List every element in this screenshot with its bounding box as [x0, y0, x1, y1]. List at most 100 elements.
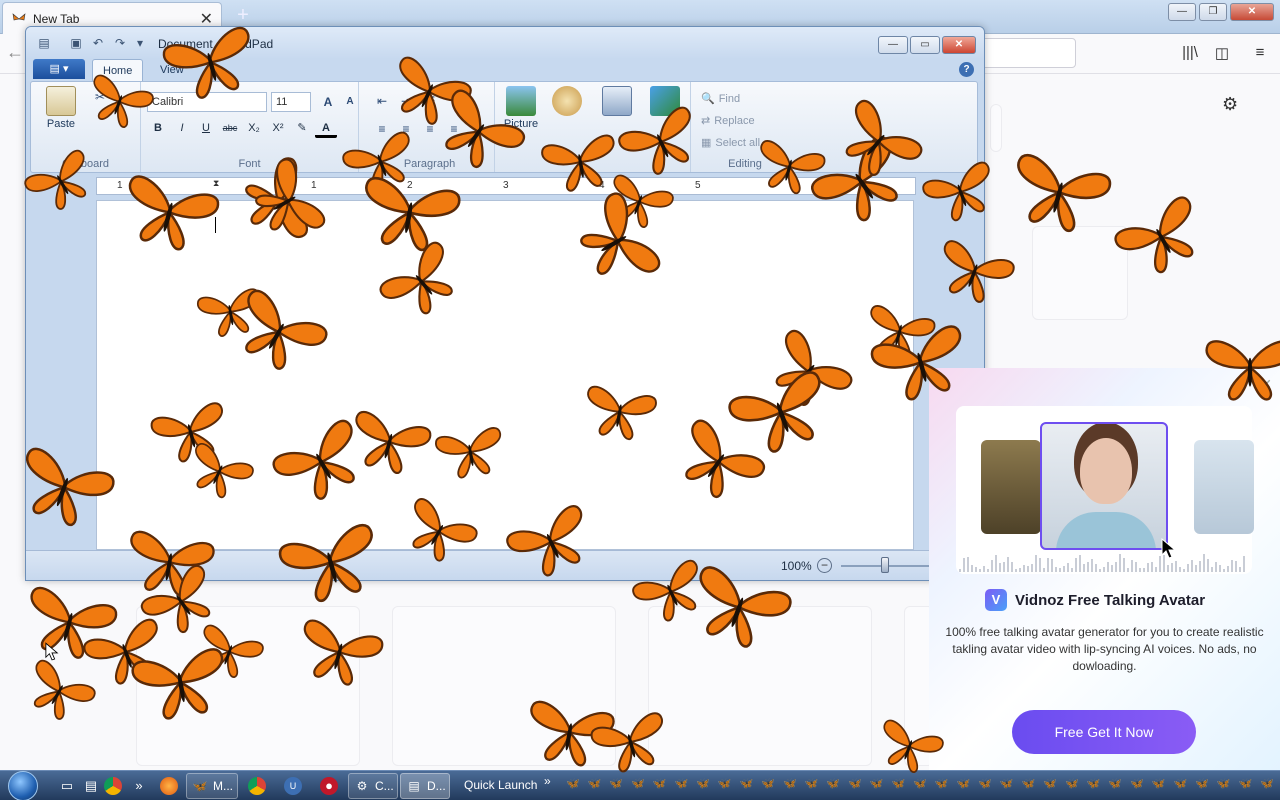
waveform-bar — [1151, 561, 1153, 572]
start-button[interactable] — [8, 771, 44, 800]
tab-home[interactable]: Home — [92, 59, 144, 81]
highlight-card[interactable] — [136, 606, 360, 766]
ad-title: Vidnoz Free Talking Avatar — [1015, 591, 1206, 609]
font-family-select[interactable]: Calibri — [147, 92, 267, 112]
ad-close-icon[interactable]: ✕ — [1260, 376, 1272, 393]
paste-label: Paste — [46, 118, 76, 130]
undo-icon[interactable]: ↶ — [90, 36, 106, 52]
align-center-icon[interactable]: ≡ — [395, 120, 417, 138]
replace-button[interactable]: ⇄ Replace — [701, 114, 755, 128]
grow-font-button[interactable]: A — [317, 93, 339, 111]
waveform-bar — [1067, 563, 1069, 572]
text-color-button[interactable]: A — [315, 118, 337, 138]
waveform-bar — [1071, 568, 1073, 572]
ruler[interactable]: 1 1 2 3 4 5 ⧗ — [96, 177, 916, 195]
justify-icon[interactable]: ≡ — [443, 120, 465, 138]
waveform-bar — [1075, 557, 1077, 572]
highlight-card[interactable] — [392, 606, 616, 766]
save-icon[interactable]: ▣ — [68, 36, 84, 52]
waveform-bar — [1035, 555, 1037, 572]
align-left-icon[interactable]: ≡ — [371, 120, 393, 138]
ruler-number: 1 — [311, 180, 317, 191]
align-right-icon[interactable]: ≡ — [419, 120, 441, 138]
chrome-icon[interactable] — [248, 777, 266, 795]
waveform-bar — [971, 565, 973, 572]
settings-gear-icon[interactable]: ⚙ — [1222, 94, 1238, 115]
superscript-button[interactable]: X² — [267, 118, 289, 138]
close-button[interactable]: ✕ — [942, 36, 976, 54]
zoom-slider-thumb[interactable] — [881, 557, 889, 573]
waveform-bar — [1007, 556, 1009, 572]
record-icon[interactable]: ● — [320, 777, 338, 795]
font-size-select[interactable]: 11 — [271, 92, 311, 112]
firefox-icon[interactable] — [160, 777, 178, 795]
tab-view[interactable]: View — [150, 59, 194, 81]
find-icon: 🔍 — [701, 93, 715, 105]
restore-button[interactable]: ❐ — [1199, 3, 1227, 21]
file-menu-button[interactable]: ▤ ▾ — [33, 59, 85, 79]
show-desktop-icon[interactable]: ▭ — [58, 777, 76, 795]
butterfly-quick-launch-icons[interactable]: 🦋🦋🦋🦋🦋🦋🦋🦋🦋🦋🦋🦋🦋🦋🦋🦋🦋🦋🦋🦋🦋🦋🦋🦋🦋🦋🦋🦋🦋🦋🦋🦋🦋🦋🦋🦋 — [566, 777, 1280, 795]
waveform-bar — [999, 562, 1001, 572]
free-get-it-now-button[interactable]: Free Get It Now — [1012, 710, 1196, 754]
taskbar-item-c[interactable]: ⚙ C... — [348, 773, 398, 799]
utility-icon[interactable]: U — [284, 777, 302, 795]
sidebar-icon[interactable]: ◫ — [1212, 44, 1232, 64]
waveform-bar — [1047, 558, 1049, 572]
date-time-button[interactable] — [595, 86, 639, 118]
help-icon[interactable]: ? — [959, 62, 974, 77]
waveform-bar — [979, 568, 981, 572]
waveform-bar — [1111, 565, 1113, 572]
maximize-button[interactable]: ▭ — [910, 36, 940, 54]
paint-drawing-button[interactable] — [545, 86, 589, 118]
underline-button[interactable]: U — [195, 118, 217, 138]
bold-button[interactable]: B — [147, 118, 169, 138]
picture-button[interactable]: Picture — [499, 86, 543, 130]
subscript-button[interactable]: X₂ — [243, 118, 265, 138]
highlight-icon[interactable]: ✎ — [291, 118, 313, 138]
shrink-font-button[interactable]: A — [339, 93, 361, 111]
waveform-bar — [987, 568, 989, 572]
window-controls: — ❐ ✕ — [1168, 3, 1274, 21]
menu-icon[interactable]: ≡ — [1250, 44, 1270, 64]
chrome-icon[interactable] — [104, 777, 122, 795]
waveform-bar — [1211, 567, 1213, 572]
insert-object-button[interactable] — [643, 86, 687, 118]
waveform-bar — [1011, 561, 1013, 572]
highlight-card[interactable] — [648, 606, 872, 766]
library-icon[interactable]: |||\ — [1180, 44, 1200, 64]
window-title: Document - WordPad — [158, 37, 274, 51]
decrease-indent-icon[interactable]: ⇤ — [371, 92, 393, 110]
redo-icon[interactable]: ↷ — [112, 36, 128, 52]
bullets-icon[interactable]: ☰ — [419, 92, 441, 110]
waveform-bar — [991, 559, 993, 572]
avatar-head — [1080, 438, 1132, 504]
shortcut-tile[interactable] — [1032, 226, 1128, 320]
document-editor[interactable] — [96, 200, 914, 550]
strikethrough-button[interactable]: abc — [219, 118, 241, 138]
taskbar-item-d[interactable]: ▤ D... — [400, 773, 450, 799]
new-tab-button[interactable]: + — [232, 4, 254, 28]
waveform-bar — [1059, 568, 1061, 572]
increase-indent-icon[interactable]: ⇥ — [395, 92, 417, 110]
close-window-button[interactable]: ✕ — [1230, 3, 1274, 21]
zoom-out-button[interactable]: − — [817, 558, 832, 573]
minimize-button[interactable]: — — [1168, 3, 1196, 21]
font-format-row: B I U abc X₂ X² ✎ A — [147, 118, 337, 138]
butterfly-icon — [34, 659, 96, 720]
shortcut-tile[interactable] — [990, 104, 1002, 152]
replace-icon: ⇄ — [701, 115, 711, 127]
italic-button[interactable]: I — [171, 118, 193, 138]
paste-button[interactable]: Paste — [39, 86, 83, 130]
cut-icon[interactable]: ✂ — [89, 88, 111, 106]
quick-launch-chevron[interactable]: » — [544, 774, 551, 788]
indent-marker-icon[interactable]: ⧗ — [213, 178, 219, 189]
minimize-button[interactable]: — — [878, 36, 908, 54]
customize-quick-access-icon[interactable]: ▾ — [132, 36, 148, 52]
wordpad-app-icon[interactable]: ▤ — [36, 36, 52, 52]
find-button[interactable]: 🔍 Find — [701, 92, 740, 106]
explorer-icon[interactable]: ▤ — [82, 777, 100, 795]
select-all-button[interactable]: ▦ Select all — [701, 136, 760, 150]
taskbar-chevron[interactable]: » — [130, 777, 148, 795]
taskbar-item-m[interactable]: 🦋 M... — [186, 773, 238, 799]
